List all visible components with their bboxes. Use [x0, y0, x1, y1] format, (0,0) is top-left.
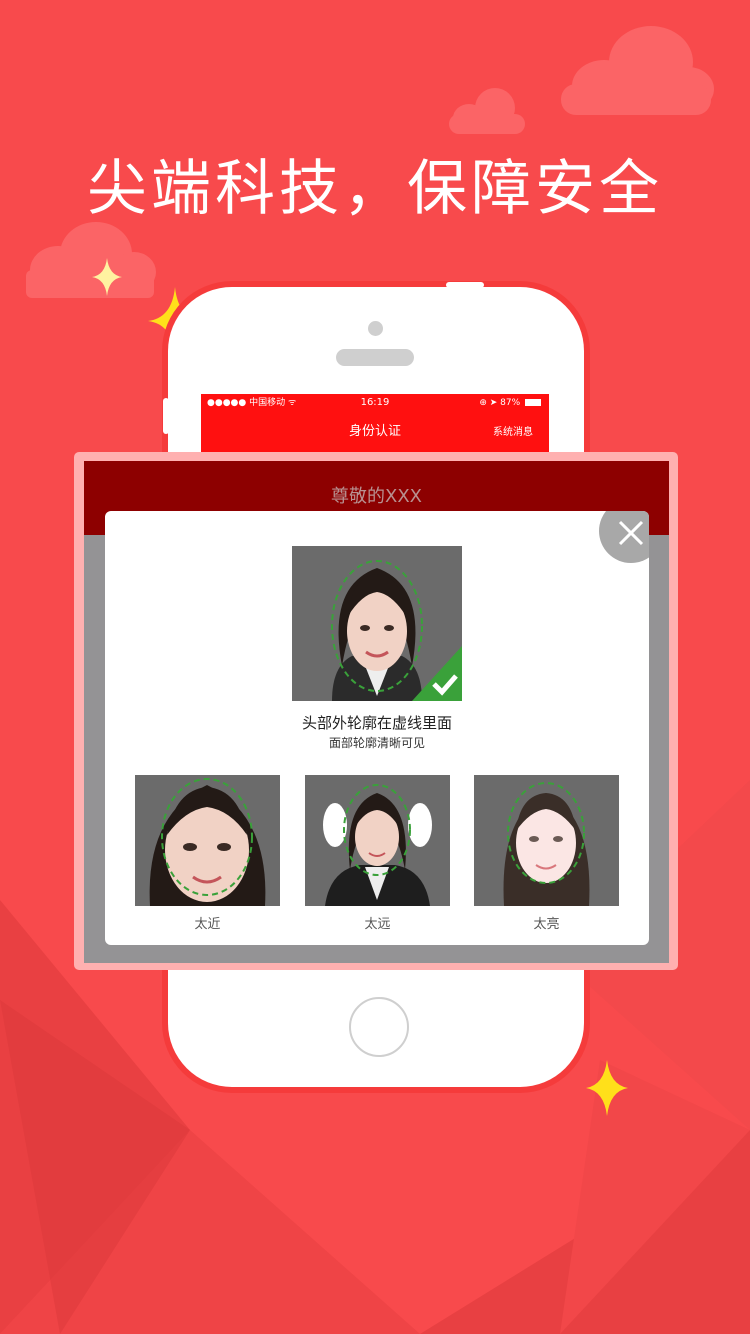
app-nav-bar: ●●●●● 中国移动 ᯤ 16:19 ⊕ ➤ 87% 身份认证 系统消息: [201, 394, 549, 452]
sub-caption: 面部轮廓清晰可见: [328, 736, 425, 750]
phone-speaker: [336, 349, 414, 366]
main-caption: 头部外轮廓在虚线里面: [301, 714, 452, 732]
too-bright-example-photo: [474, 775, 619, 906]
close-button[interactable]: [599, 511, 649, 563]
battery-percent: ⊕ ➤ 87%: [479, 398, 521, 408]
phone-volume-button: [163, 398, 169, 434]
status-right: ⊕ ➤ 87%: [479, 394, 541, 412]
close-icon: [618, 520, 644, 546]
check-badge: [412, 646, 462, 701]
headline: 尖端科技，保障安全: [87, 154, 663, 224]
photo-guide-dialog: 头部外轮廓在虚线里面 面部轮廓清晰可见 太近 太远 太亮: [105, 511, 649, 945]
cloud-top-right: [561, 26, 714, 115]
cloud-small: [449, 88, 525, 134]
phone-power-button: [446, 282, 484, 288]
sparkle-icon: [92, 258, 122, 296]
status-bar: ●●●●● 中国移动 ᯤ 16:19 ⊕ ➤ 87%: [201, 394, 549, 412]
portrait-illustration: [331, 560, 462, 701]
battery-icon: [525, 399, 541, 406]
too-bright-label: 太亮: [533, 917, 560, 932]
too-far-label: 太远: [364, 917, 391, 932]
system-messages-link[interactable]: 系统消息: [493, 423, 533, 438]
too-far-example-photo: [305, 775, 450, 906]
too-close-example-photo: [135, 775, 280, 906]
sparkle-icon: [586, 1060, 628, 1116]
correct-example-photo: [292, 546, 462, 701]
home-button[interactable]: [349, 997, 409, 1057]
too-close-label: 太近: [194, 917, 221, 932]
phone-camera: [368, 321, 383, 336]
